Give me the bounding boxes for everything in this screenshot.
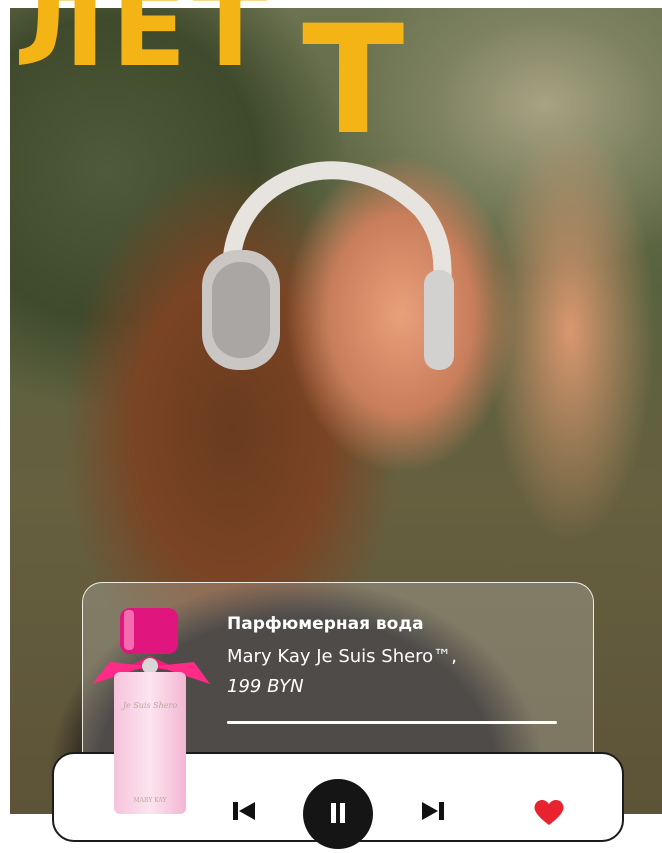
product-name: Mary Kay Je Suis Shero™,	[227, 646, 457, 667]
heart-icon	[534, 799, 564, 825]
bottle-brand: MARY KAY	[134, 797, 168, 804]
product-title: Парфюмерная вода	[227, 614, 424, 634]
skip-next-icon	[422, 802, 444, 820]
headline-letters: ЛЕТ	[14, 0, 274, 91]
like-button[interactable]	[533, 798, 565, 826]
progress-fill	[227, 721, 557, 724]
headphones-illustration	[202, 161, 454, 370]
pause-icon	[331, 803, 345, 823]
next-button[interactable]	[420, 800, 446, 820]
bottle-label: Je Suis Shero	[121, 701, 178, 710]
skip-previous-icon	[233, 802, 255, 820]
product-price: 199 BYN	[227, 676, 304, 697]
headline-big-t: Т	[302, 0, 405, 168]
prev-button[interactable]	[231, 800, 257, 820]
progress-track[interactable]	[227, 721, 557, 724]
perfume-bottle-image: Je Suis Shero MARY KAY	[92, 608, 210, 814]
pause-button[interactable]	[303, 779, 373, 849]
